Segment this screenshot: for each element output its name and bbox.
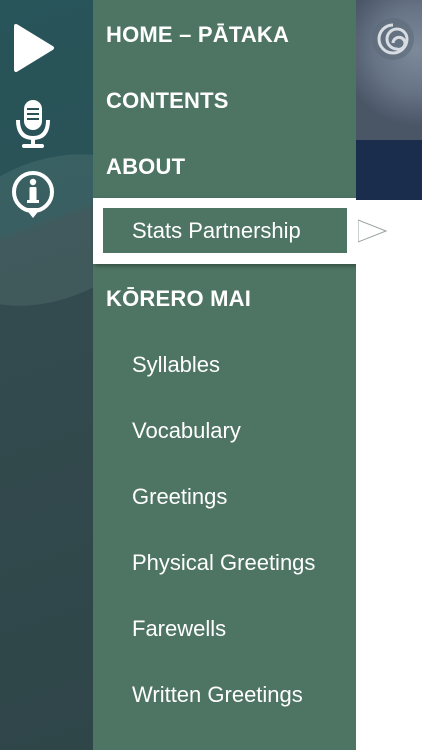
microphone-icon <box>16 100 50 148</box>
selected-highlight: Stats Partnership <box>103 208 347 253</box>
menu-item-korero-mai[interactable]: KŌRERO MAI <box>106 286 251 312</box>
play-icon <box>14 24 54 72</box>
menu-item-written-greetings[interactable]: Written Greetings <box>132 682 303 708</box>
info-button[interactable] <box>10 170 56 222</box>
icon-rail <box>0 0 93 750</box>
menu-item-vocabulary[interactable]: Vocabulary <box>132 418 241 444</box>
selection-pointer-icon <box>358 219 388 243</box>
menu-item-label: Stats Partnership <box>132 218 301 243</box>
menu-item-home[interactable]: HOME – PĀTAKA <box>106 22 289 48</box>
rail-decoration <box>0 126 93 334</box>
navigation-menu: HOME – PĀTAKA CONTENTS ABOUT Stats Partn… <box>93 0 357 750</box>
menu-item-about[interactable]: ABOUT <box>106 154 185 180</box>
menu-item-syllables[interactable]: Syllables <box>132 352 220 378</box>
koru-logo-icon <box>372 18 414 60</box>
menu-item-farewells[interactable]: Farewells <box>132 616 226 642</box>
info-icon <box>12 171 54 218</box>
microphone-button[interactable] <box>14 98 52 150</box>
play-button[interactable] <box>10 22 56 74</box>
content-peek[interactable] <box>356 0 422 750</box>
menu-item-contents[interactable]: CONTENTS <box>106 88 229 114</box>
menu-item-stats-partnership[interactable]: Stats Partnership <box>93 198 357 264</box>
menu-item-physical-greetings[interactable]: Physical Greetings <box>132 550 315 576</box>
menu-item-greetings[interactable]: Greetings <box>132 484 227 510</box>
header-banner <box>356 0 422 200</box>
